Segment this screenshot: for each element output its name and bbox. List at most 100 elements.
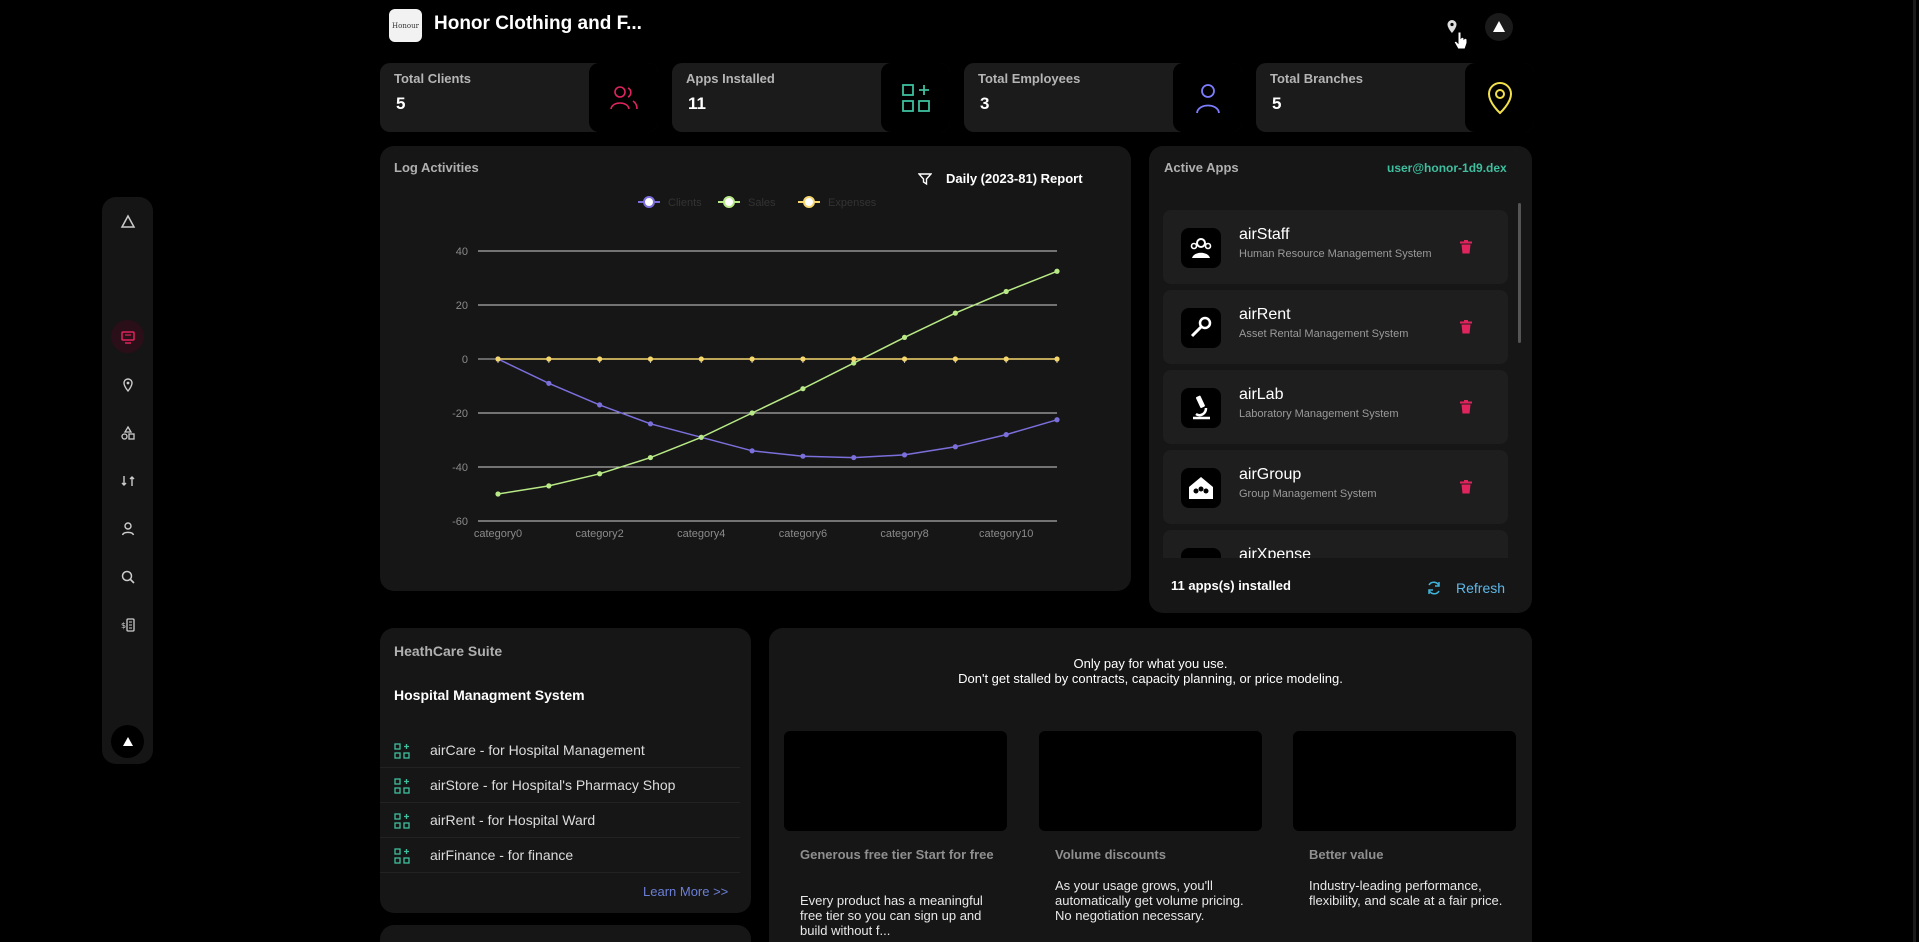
grid-add-icon	[394, 813, 410, 829]
suite-item-label: airStore - for Hospital's Pharmacy Shop	[430, 777, 676, 793]
healthcare-subtitle: Hospital Managment System	[394, 687, 585, 703]
user-icon[interactable]	[111, 512, 144, 545]
map-pin-icon	[1465, 63, 1534, 132]
trash-icon[interactable]	[1457, 238, 1475, 256]
app-item-airgroup[interactable]: airGroup Group Management System	[1163, 450, 1508, 524]
legend-label: Expenses	[828, 197, 877, 209]
data-point-expenses	[597, 356, 603, 362]
trash-icon[interactable]	[1457, 398, 1475, 416]
user-icon	[1173, 63, 1242, 132]
series-line-clients	[497, 358, 1058, 459]
data-point-sales	[597, 471, 603, 477]
app-item-airxpense[interactable]: airXpense	[1163, 530, 1508, 558]
data-point-clients	[1003, 432, 1009, 438]
y-tick-label: 0	[462, 354, 468, 366]
promo-card-title: Generous free tier Start for free	[800, 847, 994, 862]
group-icon	[1181, 468, 1221, 508]
org-name: Honor Clothing and F...	[434, 13, 642, 34]
data-point-sales	[800, 386, 806, 392]
app-description: Asset Rental Management System	[1239, 328, 1409, 340]
refresh-icon	[1428, 581, 1440, 595]
app-description: Human Resource Management System	[1239, 248, 1432, 260]
promo-card-title: Volume discounts	[1055, 847, 1166, 862]
search-icon[interactable]	[111, 560, 144, 593]
suite-item-label: airCare - for Hospital Management	[430, 742, 645, 758]
stat-card-clients: Total Clients 5	[380, 63, 658, 132]
promo-card-image	[1293, 731, 1516, 831]
page-scrollbar[interactable]	[1913, 0, 1916, 942]
data-point-sales	[952, 310, 958, 316]
trash-icon[interactable]	[1457, 478, 1475, 496]
data-point-clients	[749, 448, 755, 454]
data-point-sales	[1003, 288, 1009, 295]
org-logo: Honour	[389, 9, 422, 42]
data-point-clients	[597, 402, 603, 408]
refresh-button[interactable]: Refresh	[1426, 580, 1505, 596]
data-point-sales	[546, 483, 552, 489]
promo-card-title: Better value	[1309, 847, 1384, 862]
grid-add-icon	[394, 848, 410, 864]
app-item-airstaff[interactable]: airStaff Human Resource Management System	[1163, 210, 1508, 284]
stat-label: Total Branches	[1270, 71, 1363, 86]
grid-add-icon	[394, 778, 410, 794]
app-description: Laboratory Management System	[1239, 408, 1399, 420]
suite-list-item[interactable]: airStore - for Hospital's Pharmacy Shop	[380, 768, 740, 803]
shapes-icon[interactable]	[111, 416, 144, 449]
users-icon	[589, 63, 658, 132]
trash-icon[interactable]	[1457, 318, 1475, 336]
active-apps-title: Active Apps	[1164, 160, 1239, 175]
app-item-airrent[interactable]: airRent Asset Rental Management System	[1163, 290, 1508, 364]
log-activities-chart: Clients Sales Expenses 40 20 0 -20 -40 -60 cate…	[452, 196, 1060, 540]
learn-more-link[interactable]: Learn More >>	[643, 884, 728, 899]
stat-card-employees: Total Employees 3	[964, 63, 1242, 132]
stat-value: 5	[1272, 94, 1282, 113]
transfer-icon[interactable]	[111, 464, 144, 497]
app-name: airStaff	[1239, 226, 1290, 243]
billing-icon[interactable]: $	[111, 608, 144, 641]
dashboard-icon[interactable]	[111, 320, 144, 353]
pricing-line-1: Only pay for what you use.	[1073, 656, 1228, 671]
location-icon[interactable]	[111, 368, 144, 401]
app-name: airGroup	[1239, 466, 1302, 483]
data-point-expenses	[800, 356, 806, 362]
app-name: airXpense	[1239, 546, 1312, 558]
data-point-expenses	[495, 356, 501, 362]
suite-list-item[interactable]: airRent - for Hospital Ward	[380, 803, 740, 838]
data-point-clients	[1054, 417, 1060, 423]
expense-icon	[1181, 548, 1221, 558]
suite-list-item[interactable]: airCare - for Hospital Management	[380, 733, 740, 768]
legend-marker	[803, 196, 815, 208]
data-point-expenses	[952, 356, 958, 362]
data-point-clients	[851, 454, 857, 461]
data-point-sales	[1054, 268, 1060, 274]
stat-card-apps: Apps Installed 11	[672, 63, 950, 132]
stat-value: 5	[396, 94, 406, 113]
app-item-airlab[interactable]: airLab Laboratory Management System	[1163, 370, 1508, 444]
profile-avatar[interactable]	[111, 725, 144, 758]
suite-list-item[interactable]: airFinance - for finance	[380, 838, 740, 873]
legend-label: Sales	[748, 197, 776, 209]
user-avatar[interactable]	[1485, 13, 1513, 41]
x-tick-label: category4	[677, 528, 725, 540]
data-point-expenses	[546, 356, 552, 362]
y-tick-label: -60	[452, 516, 468, 528]
data-point-sales	[495, 491, 501, 497]
legend-label: Clients	[668, 197, 702, 209]
data-point-clients	[647, 421, 654, 427]
refresh-label: Refresh	[1456, 580, 1506, 596]
data-point-sales	[749, 410, 755, 416]
x-tick-label: category0	[474, 528, 522, 540]
promo-card-body: Every product has a meaningful free tier…	[800, 893, 983, 938]
second-suite-panel	[380, 925, 751, 942]
stat-value: 3	[980, 94, 990, 113]
data-point-sales	[647, 454, 654, 461]
stat-label: Total Employees	[978, 71, 1081, 86]
home-icon[interactable]	[111, 205, 144, 238]
app-description: Group Management System	[1239, 488, 1377, 500]
data-point-expenses	[698, 356, 704, 362]
installed-count: 11 apps(s) installed	[1171, 578, 1291, 593]
data-point-clients	[901, 452, 908, 458]
user-email[interactable]: user@honor-1d9.dex	[1387, 161, 1507, 175]
promo-card-body: As your usage grows, you'll automaticall…	[1055, 878, 1244, 923]
staff-icon	[1181, 228, 1221, 268]
